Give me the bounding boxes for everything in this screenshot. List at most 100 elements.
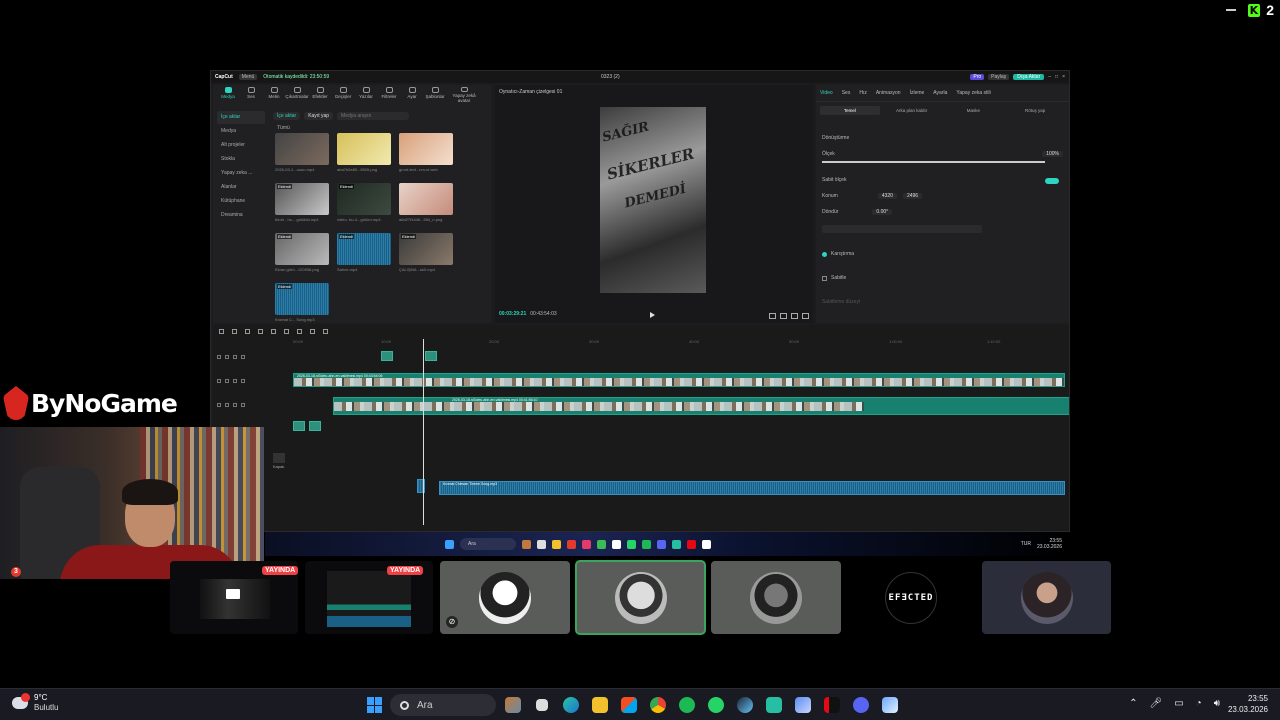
taskbar-clock[interactable]: 23:55 23.03.2026 bbox=[1228, 693, 1268, 715]
position-x-input[interactable]: 4320 bbox=[877, 193, 897, 199]
subtab-mask[interactable]: Maske bbox=[944, 106, 1004, 115]
tab-adjust[interactable]: Ayarla bbox=[933, 90, 947, 96]
widgets-app[interactable] bbox=[502, 694, 524, 716]
tool-effects[interactable]: Efektler bbox=[309, 87, 331, 103]
stabilize-row[interactable]: Sabitle bbox=[822, 275, 1063, 281]
clip[interactable] bbox=[425, 351, 437, 361]
tool-templates[interactable]: Şablonlar bbox=[424, 87, 446, 103]
volume-icon[interactable]: 🔊︎ bbox=[1214, 698, 1220, 709]
clip[interactable] bbox=[309, 421, 321, 431]
app-pinned[interactable] bbox=[792, 694, 814, 716]
position-y-input[interactable]: 2496 bbox=[902, 193, 923, 199]
window-minimize-icon[interactable]: – bbox=[1048, 74, 1051, 80]
network-icon[interactable]: ▭ bbox=[1174, 698, 1183, 709]
media-item[interactable]: grunt-text...nm-ni.web bbox=[399, 133, 453, 179]
start-button[interactable] bbox=[367, 697, 383, 713]
app-pinned[interactable] bbox=[879, 694, 901, 716]
video-clip-main[interactable]: 2026-03-18-sf3oleu-ahn-en-vakitmesi.mp4 … bbox=[293, 373, 1065, 387]
tab-animation[interactable]: Animasyon bbox=[876, 90, 901, 96]
media-item[interactable]: aba7b0e80...8926.png bbox=[337, 133, 391, 179]
subtab-remove-bg[interactable]: Arka plan kaldır bbox=[882, 106, 942, 115]
media-item[interactable]: Eklendi Ekran görü...120938.png bbox=[275, 233, 329, 279]
tool-filters[interactable]: Filtreler bbox=[378, 87, 400, 103]
crop-icon[interactable] bbox=[284, 328, 289, 334]
tool-adjust[interactable]: Ayar bbox=[401, 87, 423, 103]
voice-tile-speaking[interactable] bbox=[575, 560, 706, 635]
whatsapp-app[interactable] bbox=[705, 694, 727, 716]
undo-icon[interactable] bbox=[232, 328, 237, 334]
export-button[interactable]: Dışa Aktar bbox=[1013, 74, 1045, 80]
blend-checkbox[interactable] bbox=[822, 251, 827, 257]
tool-audio[interactable]: Ses bbox=[240, 87, 262, 103]
clip[interactable] bbox=[293, 421, 305, 431]
tool-ai-avatar[interactable]: Yapay zekâ avatar bbox=[447, 87, 481, 103]
window-maximize-icon[interactable]: □ bbox=[1055, 74, 1058, 80]
explorer-app[interactable] bbox=[589, 694, 611, 716]
redo-icon[interactable] bbox=[245, 328, 250, 334]
rotate-icon[interactable] bbox=[310, 328, 315, 334]
tab-audio[interactable]: Ses bbox=[842, 90, 851, 96]
media-search-input[interactable]: Medya arayın bbox=[337, 112, 410, 120]
steam-app[interactable] bbox=[734, 694, 756, 716]
uniform-scale-toggle[interactable] bbox=[1045, 178, 1059, 184]
capcut-app[interactable] bbox=[763, 694, 785, 716]
tab-tracking[interactable]: İzleme bbox=[910, 90, 925, 96]
record-button[interactable]: Kayıt yap bbox=[304, 112, 334, 120]
sidebar-item-dreamina[interactable]: Dreamina bbox=[217, 209, 265, 222]
track-controls[interactable] bbox=[217, 379, 245, 383]
split-icon[interactable] bbox=[258, 328, 263, 334]
stream-tile[interactable]: YAYINDA bbox=[170, 561, 298, 634]
media-item[interactable]: Eklendi Kromat C... Song.mp3 bbox=[275, 283, 329, 329]
voice-tile[interactable]: ⊘ bbox=[440, 561, 570, 634]
task-view-app[interactable] bbox=[531, 694, 553, 716]
tool-transitions[interactable]: Geçişler bbox=[332, 87, 354, 103]
audio-clip-main[interactable]: Kromat Chiesarı Theme Song.mp3 bbox=[439, 481, 1065, 495]
sidebar-item-import[interactable]: İçe aktar bbox=[217, 111, 265, 124]
import-button[interactable]: İçe aktar bbox=[273, 112, 301, 120]
track-controls[interactable] bbox=[217, 403, 245, 407]
blend-row[interactable]: Karıştırma bbox=[822, 251, 1063, 257]
video-clip-selected[interactable]: 2026-03-18-sf3oleu-ahn-en-vakitmesi.mp4 … bbox=[333, 397, 1069, 415]
tab-speed[interactable]: Hız bbox=[859, 90, 867, 96]
alignment-bar[interactable] bbox=[822, 225, 982, 233]
tool-stickers[interactable]: Çıkartmalar bbox=[285, 87, 309, 103]
media-filter-tag[interactable]: Tümü bbox=[277, 125, 290, 131]
timeline-ruler[interactable]: 00:00 10:00 20:00 30:00 40:00 50:00 1:00… bbox=[293, 339, 1065, 347]
cover-button[interactable]: Kapak bbox=[273, 453, 285, 469]
sidebar-item-stock[interactable]: Stokla bbox=[217, 153, 265, 166]
stream-tile[interactable]: YAYINDA bbox=[305, 561, 433, 634]
media-item[interactable]: Eklendi Sahne.mp4 bbox=[337, 233, 391, 279]
sidebar-item-spaces[interactable]: Alanlar bbox=[217, 181, 265, 194]
play-icon[interactable] bbox=[650, 312, 655, 318]
rotate-input[interactable]: 0.00° bbox=[872, 209, 893, 215]
subtab-retouch[interactable]: Rötuş yap bbox=[1005, 106, 1065, 115]
sidebar-item-media[interactable]: Medya bbox=[217, 125, 265, 138]
crop-icon[interactable] bbox=[769, 313, 776, 319]
mirror-icon[interactable] bbox=[297, 328, 302, 334]
netflix-app[interactable] bbox=[821, 694, 843, 716]
zoom-icon[interactable] bbox=[791, 313, 798, 319]
tool-text[interactable]: Metin bbox=[263, 87, 285, 103]
tab-ai-style[interactable]: Yapay zeka stili bbox=[956, 90, 990, 96]
microphone-icon[interactable]: 🎤︎ bbox=[1149, 698, 1162, 709]
tool-media[interactable]: Medya bbox=[217, 87, 239, 103]
pro-badge[interactable]: Pro bbox=[970, 74, 985, 80]
sidebar-item-subprojects[interactable]: Alt projeler bbox=[217, 139, 265, 152]
weather-widget[interactable]: 9°C Bulutlu bbox=[12, 693, 58, 713]
clip[interactable] bbox=[381, 351, 393, 361]
chrome-app[interactable] bbox=[647, 694, 669, 716]
delete-icon[interactable] bbox=[271, 328, 276, 334]
sidebar-item-library[interactable]: Kütüphane bbox=[217, 195, 265, 208]
sidebar-item-ai[interactable]: Yapay zeka ... bbox=[217, 167, 265, 180]
window-close-icon[interactable]: × bbox=[1062, 74, 1065, 80]
spotify-app[interactable] bbox=[676, 694, 698, 716]
ratio-icon[interactable] bbox=[780, 313, 787, 319]
playhead[interactable] bbox=[423, 339, 424, 525]
fullscreen-icon[interactable] bbox=[802, 313, 809, 319]
tab-video[interactable]: Video bbox=[820, 90, 833, 96]
media-item[interactable]: 2026-03-1...uuuu.mp4 bbox=[275, 133, 329, 179]
scale-slider[interactable] bbox=[822, 161, 1045, 163]
wifi-icon[interactable]: ◔ bbox=[1196, 698, 1202, 709]
discord-app[interactable] bbox=[850, 694, 872, 716]
voice-tile[interactable] bbox=[711, 561, 841, 634]
